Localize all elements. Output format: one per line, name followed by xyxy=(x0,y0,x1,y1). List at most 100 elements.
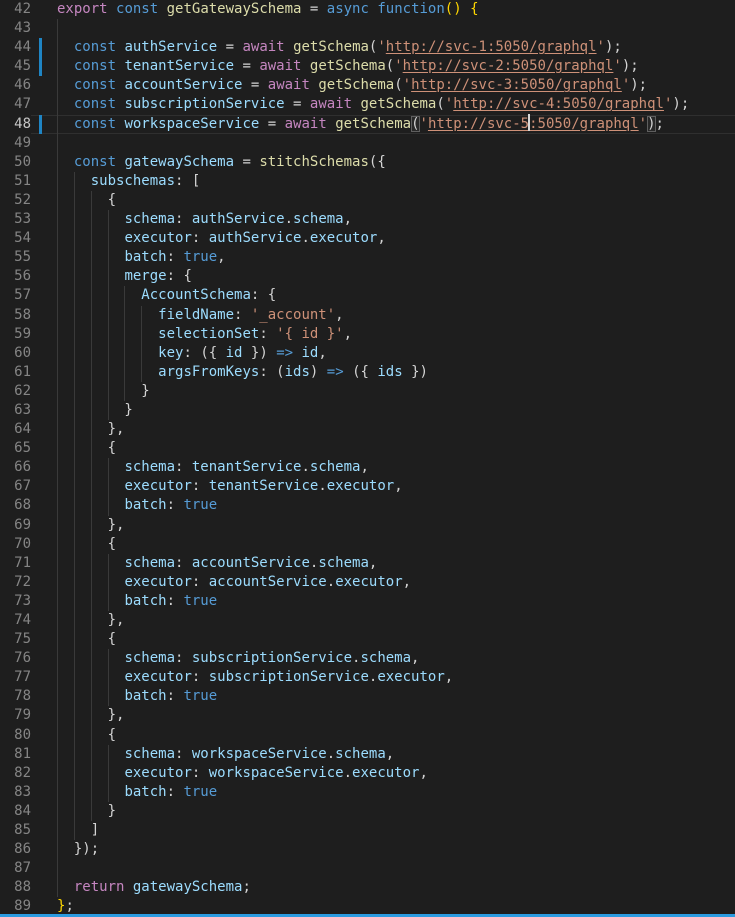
code-line[interactable]: 51 subschemas: [ xyxy=(0,172,735,191)
line-number[interactable]: 53 xyxy=(0,210,31,229)
code-line-body[interactable]: executor: subscriptionService.executor, xyxy=(31,668,735,687)
line-number[interactable]: 56 xyxy=(0,267,31,286)
line-number[interactable]: 78 xyxy=(0,687,31,706)
code-line-body[interactable]: executor: authService.executor, xyxy=(31,229,735,248)
code-line[interactable]: 72 executor: accountService.executor, xyxy=(0,573,735,592)
line-number[interactable]: 71 xyxy=(0,554,31,573)
code-line[interactable]: 45 const tenantService = await getSchema… xyxy=(0,57,735,76)
code-line-body[interactable]: executor: workspaceService.executor, xyxy=(31,764,735,783)
line-number[interactable]: 79 xyxy=(0,706,31,725)
code-line-body[interactable]: const accountService = await getSchema('… xyxy=(31,76,735,95)
code-line-body[interactable]: const subscriptionService = await getSch… xyxy=(31,95,735,114)
code-line[interactable]: 63 } xyxy=(0,401,735,420)
line-number[interactable]: 61 xyxy=(0,363,31,382)
line-number[interactable]: 86 xyxy=(0,840,31,859)
line-number[interactable]: 66 xyxy=(0,458,31,477)
code-line-body[interactable]: AccountSchema: { xyxy=(31,286,735,305)
code-line-body[interactable] xyxy=(31,134,735,153)
line-number[interactable]: 83 xyxy=(0,783,31,802)
code-line-body[interactable]: { xyxy=(31,726,735,745)
line-number[interactable]: 60 xyxy=(0,344,31,363)
line-number[interactable]: 76 xyxy=(0,649,31,668)
code-line-body[interactable]: const workspaceService = await getSchema… xyxy=(31,115,735,134)
line-number[interactable]: 82 xyxy=(0,764,31,783)
code-line[interactable]: 75 { xyxy=(0,630,735,649)
line-number[interactable]: 69 xyxy=(0,516,31,535)
code-line-body[interactable]: fieldName: '_account', xyxy=(31,306,735,325)
code-line-body[interactable]: batch: true, xyxy=(31,248,735,267)
code-line-body[interactable]: }, xyxy=(31,611,735,630)
code-line[interactable]: 83 batch: true xyxy=(0,783,735,802)
line-number[interactable]: 47 xyxy=(0,95,31,114)
line-number[interactable]: 84 xyxy=(0,802,31,821)
code-line-body[interactable]: schema: authService.schema, xyxy=(31,210,735,229)
code-line[interactable]: 73 batch: true xyxy=(0,592,735,611)
code-line-body[interactable]: executor: accountService.executor, xyxy=(31,573,735,592)
code-line-body[interactable]: export const getGatewaySchema = async fu… xyxy=(31,0,735,19)
line-number[interactable]: 59 xyxy=(0,325,31,344)
code-line[interactable]: 55 batch: true, xyxy=(0,248,735,267)
code-line-body[interactable]: key: ({ id }) => id, xyxy=(31,344,735,363)
line-number[interactable]: 42 xyxy=(0,0,31,19)
code-line[interactable]: 80 { xyxy=(0,726,735,745)
code-line[interactable]: 67 executor: tenantService.executor, xyxy=(0,477,735,496)
code-line[interactable]: 50 const gatewaySchema = stitchSchemas({ xyxy=(0,153,735,172)
line-number[interactable]: 80 xyxy=(0,726,31,745)
code-line-body[interactable]: merge: { xyxy=(31,267,735,286)
code-line-body[interactable]: executor: tenantService.executor, xyxy=(31,477,735,496)
code-line[interactable]: 70 { xyxy=(0,535,735,554)
line-number[interactable]: 73 xyxy=(0,592,31,611)
code-line[interactable]: 84 } xyxy=(0,802,735,821)
git-modified-indicator[interactable] xyxy=(39,38,42,57)
line-number[interactable]: 65 xyxy=(0,439,31,458)
git-modified-indicator[interactable] xyxy=(39,57,42,76)
code-line-body[interactable]: const tenantService = await getSchema('h… xyxy=(31,57,735,76)
code-line[interactable]: 59 selectionSet: '{ id }', xyxy=(0,325,735,344)
code-line-body[interactable]: }, xyxy=(31,516,735,535)
line-number[interactable]: 72 xyxy=(0,573,31,592)
code-line-body[interactable]: const gatewaySchema = stitchSchemas({ xyxy=(31,153,735,172)
code-line[interactable]: 54 executor: authService.executor, xyxy=(0,229,735,248)
line-number[interactable]: 68 xyxy=(0,496,31,515)
code-line[interactable]: 65 { xyxy=(0,439,735,458)
code-line-body[interactable] xyxy=(31,859,735,878)
code-line-body[interactable]: selectionSet: '{ id }', xyxy=(31,325,735,344)
code-line[interactable]: 56 merge: { xyxy=(0,267,735,286)
code-line[interactable]: 64 }, xyxy=(0,420,735,439)
code-line-body[interactable]: schema: accountService.schema, xyxy=(31,554,735,573)
code-line[interactable]: 44 const authService = await getSchema('… xyxy=(0,38,735,57)
code-line[interactable]: 48 const workspaceService = await getSch… xyxy=(0,115,735,134)
code-line-body[interactable]: { xyxy=(31,535,735,554)
line-number[interactable]: 48 xyxy=(0,115,31,134)
line-number[interactable]: 45 xyxy=(0,57,31,76)
code-line-body[interactable]: }, xyxy=(31,420,735,439)
code-line[interactable]: 47 const subscriptionService = await get… xyxy=(0,95,735,114)
code-line-body[interactable]: } xyxy=(31,802,735,821)
code-line-body[interactable] xyxy=(31,19,735,38)
code-line-body[interactable]: const authService = await getSchema('htt… xyxy=(31,38,735,57)
code-line-body[interactable]: ] xyxy=(31,821,735,840)
line-number[interactable]: 87 xyxy=(0,859,31,878)
line-number[interactable]: 75 xyxy=(0,630,31,649)
code-line-body[interactable]: subschemas: [ xyxy=(31,172,735,191)
code-line[interactable]: 52 { xyxy=(0,191,735,210)
code-line[interactable]: 58 fieldName: '_account', xyxy=(0,306,735,325)
code-line[interactable]: 69 }, xyxy=(0,516,735,535)
line-number[interactable]: 62 xyxy=(0,382,31,401)
code-line[interactable]: 46 const accountService = await getSchem… xyxy=(0,76,735,95)
code-line-body[interactable]: }); xyxy=(31,840,735,859)
code-line[interactable]: 62 } xyxy=(0,382,735,401)
code-line[interactable]: 53 schema: authService.schema, xyxy=(0,210,735,229)
code-line[interactable]: 43 xyxy=(0,19,735,38)
code-line[interactable]: 61 argsFromKeys: (ids) => ({ ids }) xyxy=(0,363,735,382)
code-line[interactable]: 76 schema: subscriptionService.schema, xyxy=(0,649,735,668)
line-number[interactable]: 64 xyxy=(0,420,31,439)
code-line-body[interactable]: batch: true xyxy=(31,687,735,706)
line-number[interactable]: 77 xyxy=(0,668,31,687)
code-line[interactable]: 86 }); xyxy=(0,840,735,859)
line-number[interactable]: 55 xyxy=(0,248,31,267)
line-number[interactable]: 52 xyxy=(0,191,31,210)
code-line[interactable]: 85 ] xyxy=(0,821,735,840)
code-line[interactable]: 87 xyxy=(0,859,735,878)
line-number[interactable]: 46 xyxy=(0,76,31,95)
